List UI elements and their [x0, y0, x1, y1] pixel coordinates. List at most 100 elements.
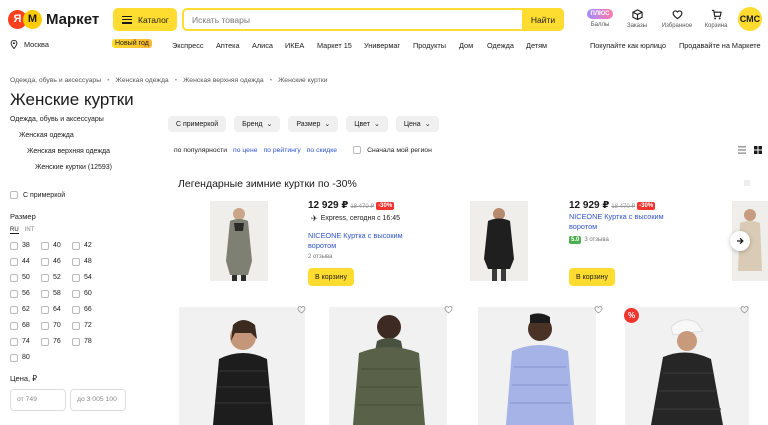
chevron-down-icon: ⌄ [324, 121, 331, 128]
orders-button[interactable]: Заказы [619, 9, 655, 29]
new-year-link[interactable]: Новый год [112, 39, 152, 48]
size-option[interactable]: 40 [41, 240, 72, 251]
sort-rating[interactable]: по рейтингу [264, 147, 301, 154]
chip-price[interactable]: Цена ⌄ [395, 116, 439, 132]
favorite-heart-icon[interactable] [740, 305, 749, 314]
delivery-info: ✈ Express, сегодня с 16:45 [311, 214, 400, 223]
category-item[interactable]: Женская верхняя одежда [10, 145, 160, 161]
size-option[interactable]: 62 [10, 304, 41, 315]
reviews-count: 3 отзыва [584, 237, 609, 243]
list-view-icon[interactable] [738, 146, 746, 154]
nav-link-express[interactable]: Экспресс [172, 41, 204, 50]
filter-sidebar: Одежда, обувь и аксессуары Женская одежд… [10, 113, 160, 411]
avatar[interactable]: СМС [738, 7, 762, 31]
size-option[interactable]: 68 [10, 320, 41, 331]
nav-link-alice[interactable]: Алиса [252, 41, 273, 50]
sort-discount[interactable]: по скидке [307, 147, 337, 154]
points-button[interactable]: ПЛЮС Баллы [582, 9, 618, 28]
add-to-cart-button[interactable]: В корзину [569, 268, 615, 286]
sort-price[interactable]: по цене [233, 147, 257, 154]
breadcrumb-item[interactable]: Одежда, обувь и аксессуары [10, 77, 101, 84]
size-option[interactable]: 80 [10, 352, 41, 363]
size-option[interactable]: 60 [72, 288, 103, 299]
size-option[interactable]: 44 [10, 256, 41, 267]
size-option[interactable]: 76 [41, 336, 72, 347]
category-item[interactable]: Женская одежда [10, 129, 160, 145]
nav-link-univermag[interactable]: Универмаг [364, 41, 400, 50]
chip-try-on[interactable]: С примеркой [168, 116, 227, 132]
size-option[interactable]: 58 [41, 288, 72, 299]
location-selector[interactable]: Москва [10, 40, 49, 49]
business-link[interactable]: Покупайте как юрлицо [590, 41, 666, 50]
nav-link-ikea[interactable]: ИКЕА [285, 41, 304, 50]
product-card[interactable] [625, 307, 749, 425]
size-system-tabs: RU INT [10, 227, 34, 234]
product-name[interactable]: NICEONE Куртка с высоким воротом [569, 212, 679, 232]
market-logo[interactable]: Я M Маркет [8, 9, 99, 29]
size-option[interactable]: 66 [72, 304, 103, 315]
size-option[interactable]: 50 [10, 272, 41, 283]
favorites-button[interactable]: Избранное [659, 9, 695, 29]
nav-link-clothes[interactable]: Одежда [487, 41, 514, 50]
product-card[interactable] [478, 307, 596, 425]
sort-popularity[interactable]: по популярности [174, 147, 227, 154]
jacket-photo-icon [478, 307, 596, 425]
breadcrumb-item[interactable]: Женские куртки [278, 77, 327, 84]
try-on-filter[interactable]: С примеркой [10, 191, 65, 199]
size-option[interactable]: 52 [41, 272, 72, 283]
breadcrumb-separator: • [107, 77, 110, 84]
nav-link-kids[interactable]: Детям [526, 41, 547, 50]
size-option[interactable]: 56 [10, 288, 41, 299]
product-image[interactable] [470, 201, 528, 281]
nav-link-products[interactable]: Продукты [413, 41, 446, 50]
favorite-heart-icon[interactable] [594, 305, 603, 314]
size-option[interactable]: 48 [72, 256, 103, 267]
size-option[interactable]: 70 [41, 320, 72, 331]
old-price: 18 470 ₽ [611, 204, 636, 210]
chip-brand[interactable]: Бренд ⌄ [234, 116, 281, 132]
price-from-input[interactable]: от 749 [10, 389, 66, 411]
size-option[interactable]: 64 [41, 304, 72, 315]
cart-button[interactable]: Корзина [698, 9, 734, 29]
size-option[interactable]: 54 [72, 272, 103, 283]
rating-badge: 5.0 [569, 236, 582, 244]
sell-link[interactable]: Продавайте на Маркете [679, 41, 761, 50]
nav-link-home[interactable]: Дом [459, 41, 473, 50]
breadcrumb-item[interactable]: Женская одежда [116, 77, 169, 84]
product-image[interactable] [210, 201, 268, 281]
product-card[interactable] [179, 307, 305, 425]
jacket-photo-icon [179, 307, 305, 425]
category-item[interactable]: Одежда, обувь и аксессуары [10, 113, 160, 129]
breadcrumb-item[interactable]: Женская верхняя одежда [183, 77, 264, 84]
size-option[interactable]: 74 [10, 336, 41, 347]
jacket-photo-icon [625, 307, 749, 425]
tab-int[interactable]: INT [25, 227, 35, 234]
search-input[interactable] [184, 10, 514, 29]
chip-color[interactable]: Цвет ⌄ [346, 116, 388, 132]
product-reviews[interactable]: 2 отзыва [308, 254, 332, 260]
product-card[interactable] [329, 307, 447, 425]
nav-link-pharmacy[interactable]: Аптека [216, 41, 240, 50]
nav-link-market15[interactable]: Маркет 15 [317, 41, 352, 50]
price-to-input[interactable]: до 3 005 100 [70, 389, 126, 411]
product-name[interactable]: NICEONE Куртка с высоким воротом [308, 231, 418, 251]
product-reviews[interactable]: 5.0 3 отзыва [569, 236, 609, 244]
size-option[interactable]: 46 [41, 256, 72, 267]
size-list: 38 40 42 44 46 48 50 52 54 56 58 60 62 6… [10, 240, 103, 363]
catalog-button[interactable]: Каталог [113, 8, 177, 31]
tab-ru[interactable]: RU [10, 227, 19, 234]
checkbox[interactable] [10, 191, 18, 199]
chip-size[interactable]: Размер ⌄ [288, 116, 339, 132]
size-option[interactable]: 38 [10, 240, 41, 251]
size-option[interactable]: 78 [72, 336, 103, 347]
express-icon: ✈ [311, 214, 318, 223]
add-to-cart-button[interactable]: В корзину [308, 268, 354, 286]
size-option[interactable]: 42 [72, 240, 103, 251]
carousel-next-button[interactable] [730, 231, 750, 251]
size-option[interactable]: 72 [72, 320, 103, 331]
favorite-heart-icon[interactable] [297, 305, 306, 314]
region-checkbox[interactable] [353, 146, 362, 154]
grid-view-icon[interactable] [754, 146, 762, 154]
search-button[interactable]: Найти [522, 8, 564, 31]
favorite-heart-icon[interactable] [444, 305, 453, 314]
